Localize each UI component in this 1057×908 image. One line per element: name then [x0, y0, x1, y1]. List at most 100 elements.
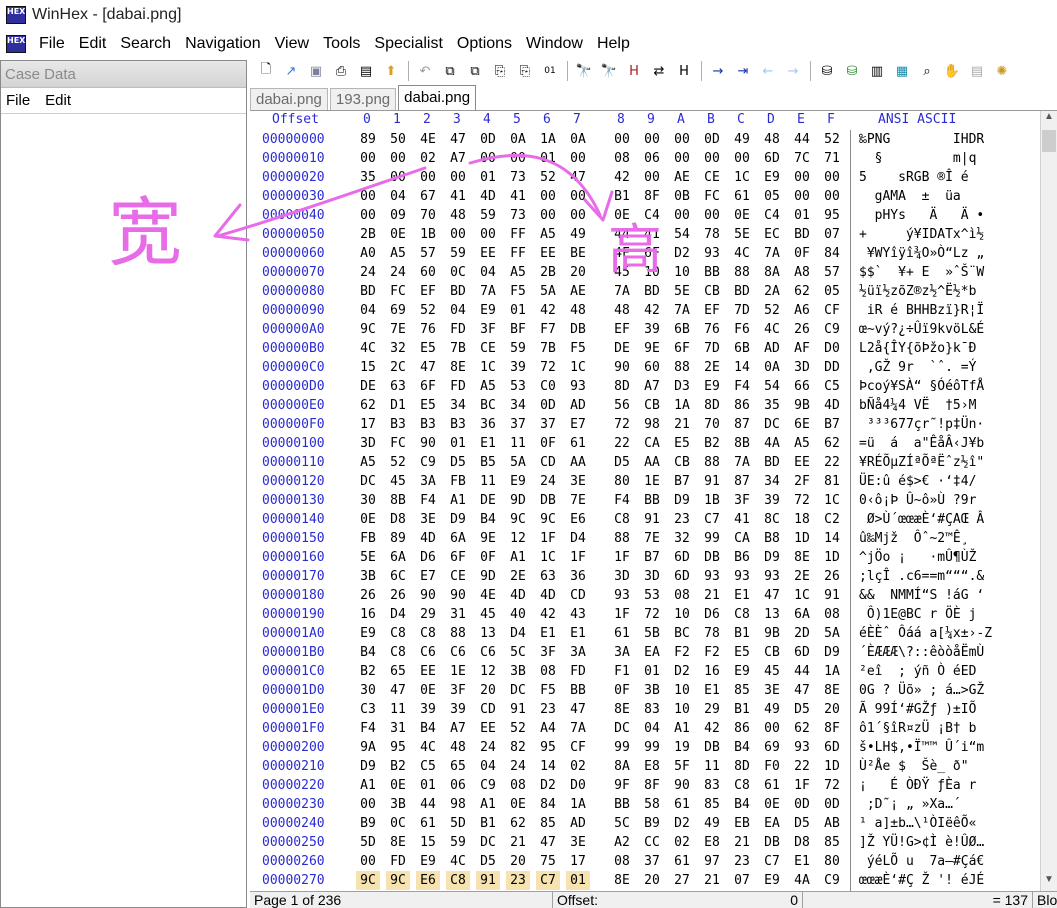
hex-byte[interactable]: E1 [536, 624, 560, 643]
hex-byte[interactable]: 70 [416, 206, 440, 225]
hex-byte[interactable]: 8E [386, 833, 410, 852]
hex-byte[interactable]: C2 [820, 510, 844, 529]
hex-byte[interactable]: 00 [416, 168, 440, 187]
hex-byte[interactable]: 00 [670, 206, 694, 225]
hex-byte[interactable]: 9F [610, 776, 634, 795]
hex-row[interactable]: 16 D4 29 31 45 40 42 43 1F 72 10 D6 C8 13 6A 08 [356, 605, 850, 624]
hex-byte[interactable]: D4 [386, 605, 410, 624]
menu-help[interactable]: Help [590, 35, 637, 53]
hex-byte[interactable]: 7D [700, 339, 724, 358]
hex-byte[interactable]: 00 [386, 149, 410, 168]
hex-byte[interactable]: A6 [790, 301, 814, 320]
hex-byte[interactable]: 1A [670, 396, 694, 415]
hex-byte[interactable]: 1C [566, 358, 590, 377]
hex-byte[interactable]: 8A [760, 263, 784, 282]
hex-byte[interactable]: 48 [446, 738, 470, 757]
hex-byte[interactable]: 84 [820, 244, 844, 263]
hex-byte[interactable]: 16 [356, 605, 380, 624]
hex-byte[interactable]: 9C [356, 320, 380, 339]
hex-byte[interactable]: 87 [730, 472, 754, 491]
hex-byte[interactable]: F5 [536, 681, 560, 700]
hex-byte[interactable]: 78 [700, 624, 724, 643]
hex-byte[interactable]: 14 [536, 757, 560, 776]
hex-byte[interactable]: EF [416, 282, 440, 301]
hex-byte[interactable]: 24 [356, 263, 380, 282]
hex-byte[interactable]: A5 [790, 434, 814, 453]
hex-byte[interactable]: 91 [476, 871, 500, 890]
hex-byte[interactable]: 88 [700, 453, 724, 472]
hex-byte[interactable]: 8F [820, 719, 844, 738]
hex-byte[interactable]: 6D [760, 149, 784, 168]
hex-byte[interactable]: 54 [760, 377, 784, 396]
hex-byte[interactable]: 10 [670, 263, 694, 282]
hex-byte[interactable]: 01 [536, 149, 560, 168]
hex-byte[interactable]: 2A [760, 282, 784, 301]
hex-byte[interactable]: 00 [476, 225, 500, 244]
hex-row[interactable]: FB 89 4D 6A 9E 12 1F D4 88 7E 32 99 CA B8 1D 14 [356, 529, 850, 548]
hex-byte[interactable]: 6F [640, 244, 664, 263]
hex-byte[interactable]: 1B [700, 491, 724, 510]
hex-byte[interactable]: 66 [790, 377, 814, 396]
hex-byte[interactable]: 23 [506, 871, 530, 890]
hex-byte[interactable]: 91 [700, 472, 724, 491]
hex-byte[interactable]: CB [640, 396, 664, 415]
hex-byte[interactable]: 86 [730, 719, 754, 738]
hex-row[interactable]: B2 65 EE 1E 12 3B 08 FD F1 01 D2 16 E9 45 44 1A [356, 662, 850, 681]
hex-byte[interactable]: 11 [476, 472, 500, 491]
hex-byte[interactable]: B7 [670, 472, 694, 491]
hex-byte[interactable]: CB [700, 282, 724, 301]
hex-byte[interactable]: 7A [760, 244, 784, 263]
hex-byte[interactable]: 0C [386, 814, 410, 833]
hex-byte[interactable]: 54 [670, 225, 694, 244]
hex-byte[interactable]: B7 [640, 548, 664, 567]
hex-byte[interactable]: 04 [640, 719, 664, 738]
hex-byte[interactable]: 2C [386, 358, 410, 377]
hex-byte[interactable]: 93 [700, 567, 724, 586]
ascii-row[interactable]: ;lçÎ .c6==m“““.& [851, 567, 1040, 586]
hex-byte[interactable]: 00 [356, 187, 380, 206]
hex-byte[interactable]: 7A [730, 453, 754, 472]
hex-byte[interactable]: 3B [356, 567, 380, 586]
hex-byte[interactable]: F4 [416, 491, 440, 510]
case-menu-edit[interactable]: Edit [40, 92, 81, 109]
hex-byte[interactable]: 29 [700, 700, 724, 719]
hex-byte[interactable]: 70 [700, 415, 724, 434]
hex-byte[interactable]: 6A [446, 529, 470, 548]
hex-byte[interactable]: F5 [506, 282, 530, 301]
hex-row[interactable]: 0E D8 3E D9 B4 9C 9C E6 C8 91 23 C7 41 8C 18 C2 [356, 510, 850, 529]
hex-byte[interactable]: BC [670, 624, 694, 643]
ascii-row[interactable]: û‰Mjž Ôˆ~2™Ê¸ [851, 529, 1040, 548]
save-icon[interactable]: ▣ [306, 61, 326, 81]
hex-byte[interactable]: 88 [446, 624, 470, 643]
hex-byte[interactable]: 40 [506, 605, 530, 624]
hex-byte[interactable]: 9C [356, 871, 380, 890]
hex-byte[interactable]: 00 [476, 149, 500, 168]
hex-byte[interactable]: 47 [446, 130, 470, 149]
hex-byte[interactable]: A5 [476, 377, 500, 396]
hex-byte[interactable]: 42 [536, 605, 560, 624]
hex-byte[interactable]: 6F [446, 548, 470, 567]
hex-byte[interactable]: B4 [730, 738, 754, 757]
hex-byte[interactable]: 4D [506, 586, 530, 605]
hex-byte[interactable]: 00 [536, 206, 560, 225]
hex-byte[interactable]: 3F [446, 681, 470, 700]
hex-byte[interactable]: 5D [446, 814, 470, 833]
hex-byte[interactable]: 6B [730, 339, 754, 358]
hex-byte[interactable]: 22 [790, 757, 814, 776]
hex-row[interactable]: DC 45 3A FB 11 E9 24 3E 80 1E B7 91 87 34 2F 81 [356, 472, 850, 491]
hex-byte[interactable]: B9 [356, 814, 380, 833]
hex-byte[interactable]: 00 [356, 795, 380, 814]
hex-byte[interactable]: E9 [356, 624, 380, 643]
hex-byte[interactable]: 75 [536, 852, 560, 871]
hex-byte[interactable]: 1F [566, 548, 590, 567]
hex-byte[interactable]: 3F [730, 491, 754, 510]
hex-byte[interactable]: 1A [566, 795, 590, 814]
hex-byte[interactable]: 4C [356, 339, 380, 358]
hex-byte[interactable]: CA [730, 529, 754, 548]
hex-byte[interactable]: 6A [790, 605, 814, 624]
hex-byte[interactable]: 7E [640, 529, 664, 548]
replace-icon[interactable]: ⇄ [649, 61, 669, 81]
hex-byte[interactable]: 24 [536, 472, 560, 491]
hex-byte[interactable]: 4A [790, 871, 814, 890]
hex-byte[interactable]: 0E [386, 776, 410, 795]
